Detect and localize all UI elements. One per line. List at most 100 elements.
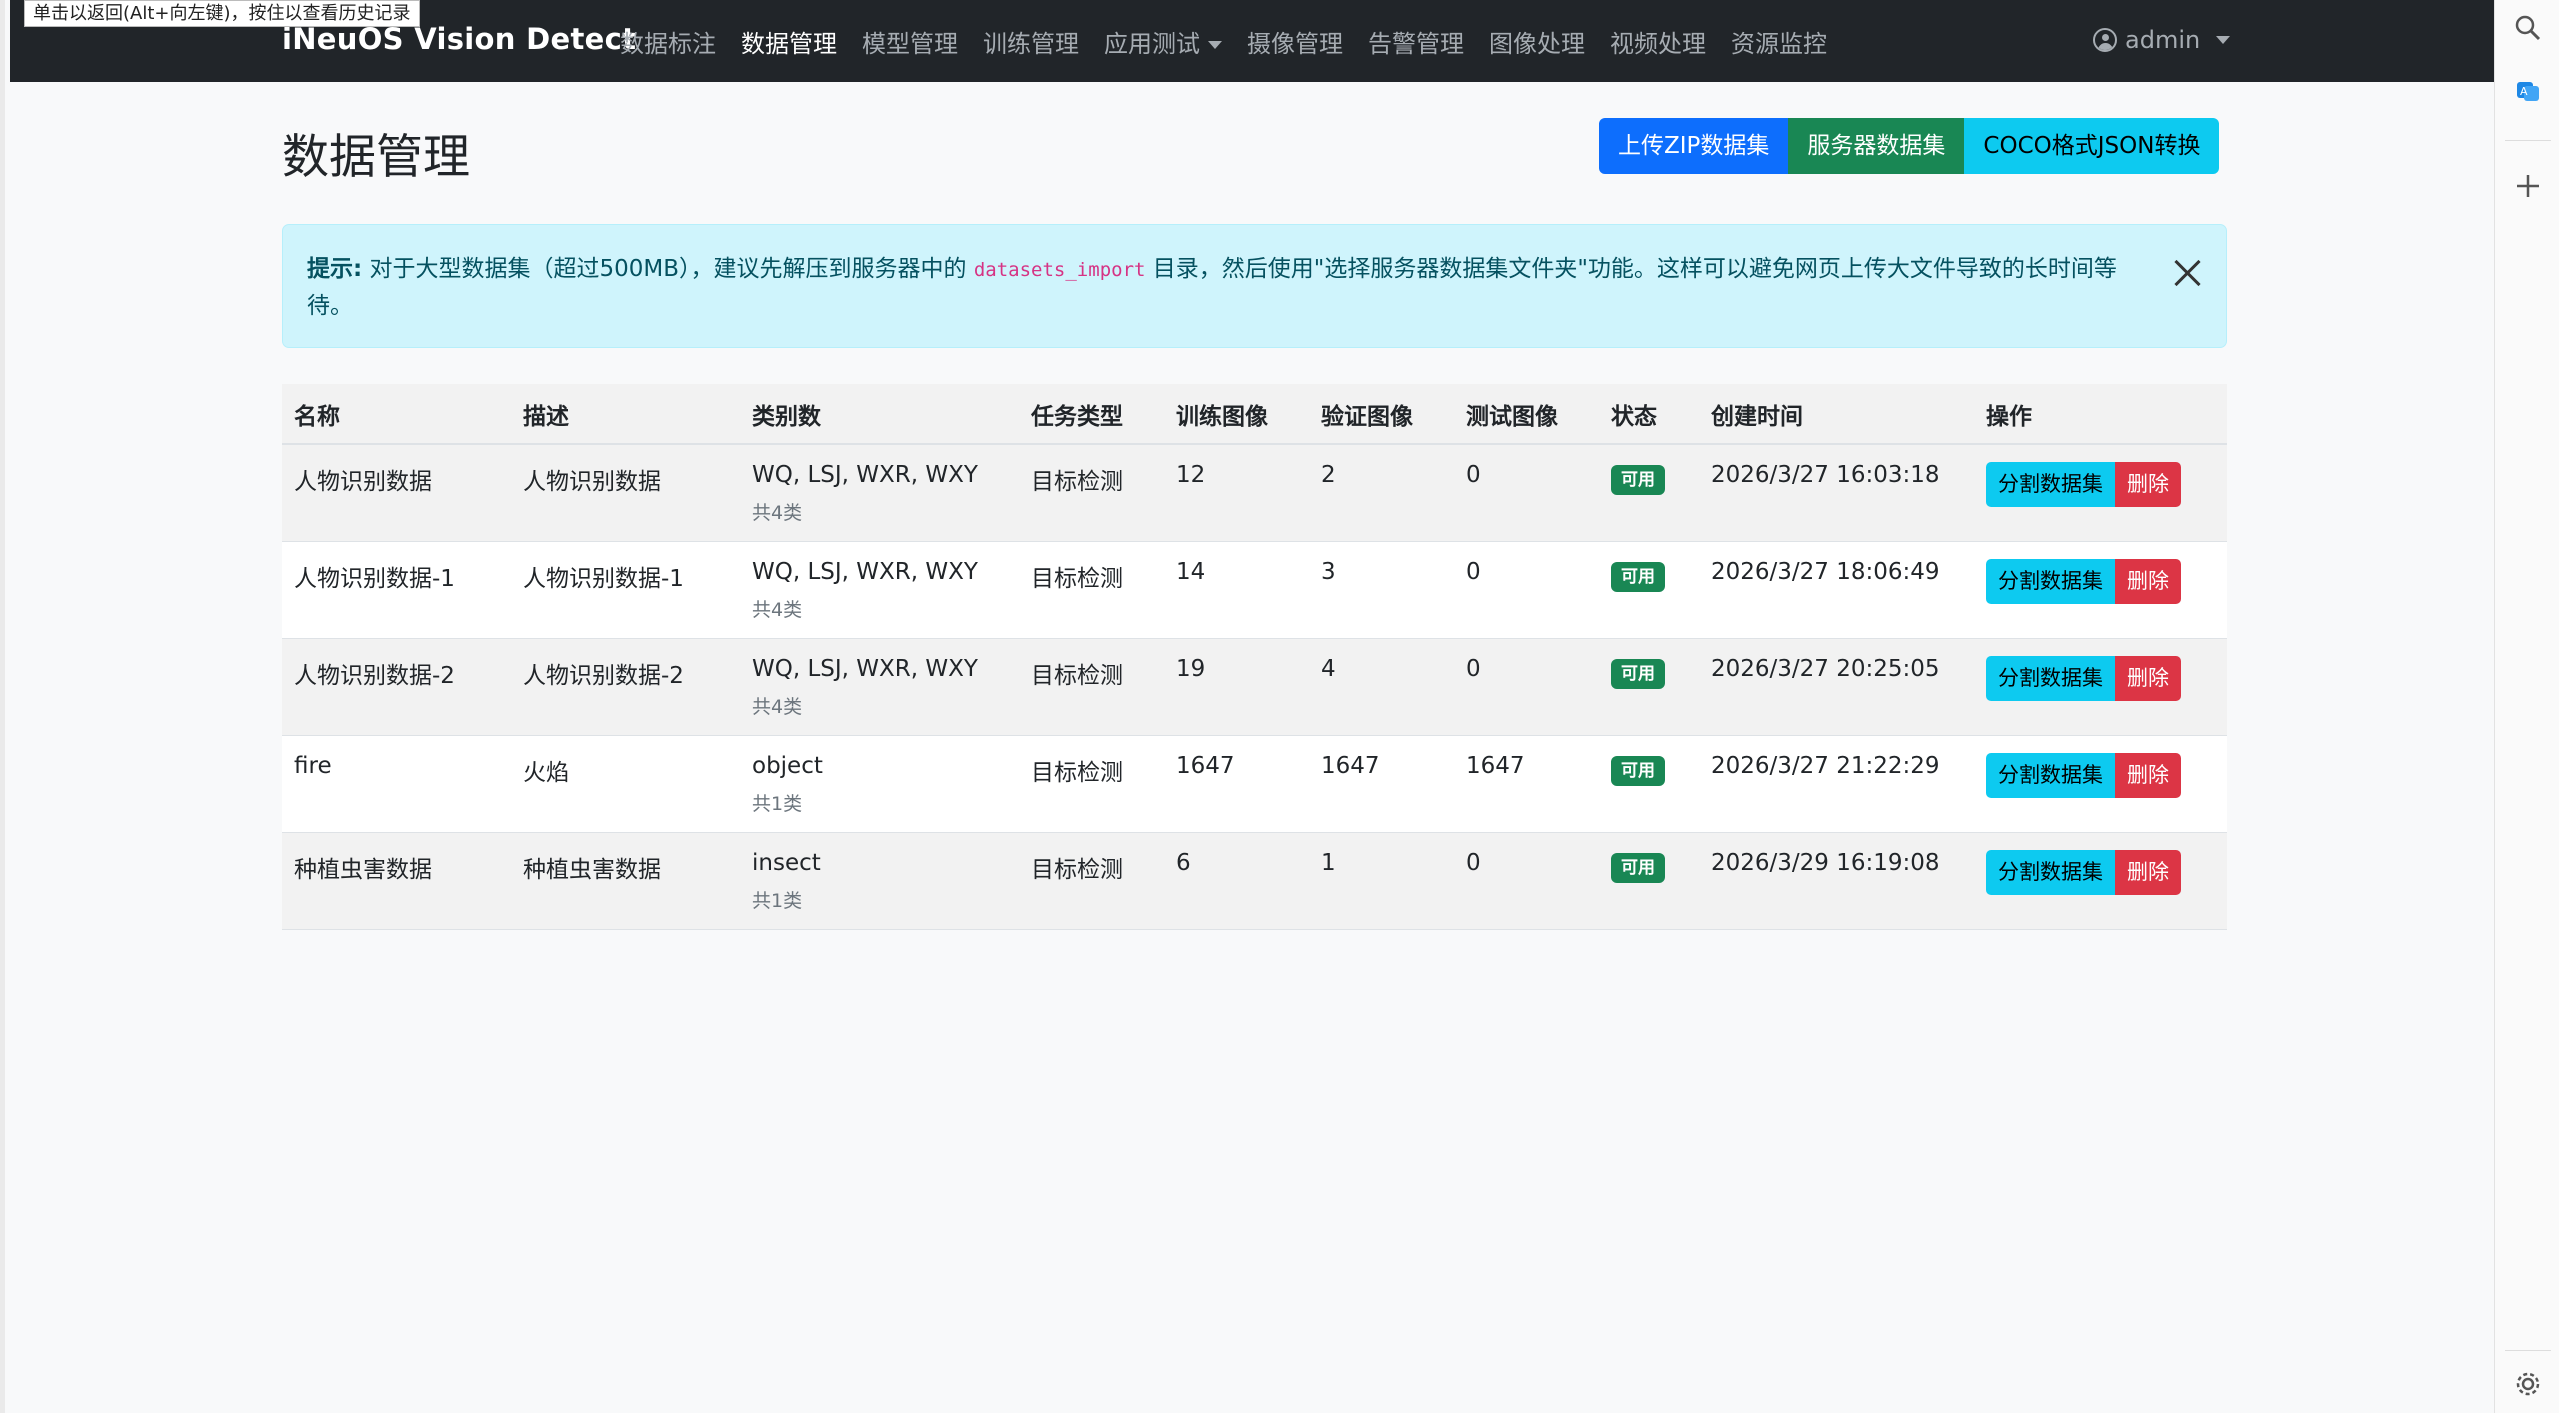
- nav-link[interactable]: 摄像管理: [1247, 24, 1343, 59]
- delete-button[interactable]: 删除: [2115, 849, 2181, 895]
- created-time: 2026/3/27 16:03:18: [1711, 462, 1940, 488]
- column-header[interactable]: 任务类型: [1019, 384, 1164, 445]
- sidebar-divider: [2505, 140, 2551, 141]
- created-time: 2026/3/27 20:25:05: [1711, 655, 1940, 682]
- task-type: 目标检测: [1031, 856, 1123, 883]
- test-count: 0: [1466, 655, 1481, 682]
- browser-sidebar: A: [2494, 0, 2559, 1413]
- status-badge: 可用: [1611, 658, 1665, 689]
- column-header[interactable]: 测试图像: [1454, 384, 1599, 445]
- sidebar-divider: [2505, 1350, 2551, 1351]
- class-list: insect: [752, 849, 821, 876]
- task-type: 目标检测: [1031, 759, 1123, 786]
- close-icon[interactable]: [2170, 255, 2204, 289]
- dataset-name: 人物识别数据: [294, 469, 432, 495]
- val-count: 1647: [1321, 752, 1380, 779]
- class-list: object: [752, 752, 823, 779]
- split-dataset-button[interactable]: 分割数据集: [1986, 752, 2115, 798]
- class-list: WQ, LSJ, WXR, WXY: [752, 655, 978, 682]
- nav-link[interactable]: 数据标注: [620, 24, 716, 59]
- class-count: 共1类: [752, 792, 803, 815]
- dataset-name: fire: [294, 752, 332, 779]
- translate-icon[interactable]: A: [2513, 76, 2543, 106]
- split-dataset-button[interactable]: 分割数据集: [1986, 558, 2115, 604]
- split-dataset-button[interactable]: 分割数据集: [1986, 462, 2115, 507]
- row-actions: 分割数据集 删除: [1986, 849, 2215, 895]
- row-actions: 分割数据集 删除: [1986, 655, 2215, 701]
- dataset-table: 名称 描述 类别数 任务类型 训练图像 验证图像 测试图像 状态 创建时间 操作 人物识别数据 人物…: [282, 384, 2227, 930]
- train-count: 14: [1176, 558, 1206, 585]
- column-header[interactable]: 状态: [1599, 384, 1699, 445]
- table-row: 人物识别数据-1 人物识别数据-1 WQ, LSJ, WXR, WXY 共4类 目标检测…: [282, 541, 2227, 639]
- status-badge: 可用: [1611, 561, 1665, 592]
- dataset-description: 人物识别数据-1: [523, 565, 684, 592]
- coco-convert-button[interactable]: COCO格式JSON转换: [1964, 118, 2220, 174]
- search-icon[interactable]: [2513, 14, 2543, 44]
- info-alert: 提示: 对于大型数据集（超过500MB），建议先解压到服务器中的 dataset…: [282, 224, 2227, 348]
- alert-label: 提示:: [307, 256, 363, 282]
- nav-link[interactable]: 资源监控: [1731, 24, 1827, 59]
- header-actions: 上传ZIP数据集 服务器数据集 COCO格式JSON转换: [1599, 118, 2220, 174]
- class-list: WQ, LSJ, WXR, WXY: [752, 558, 978, 585]
- svg-text:A: A: [2520, 85, 2528, 98]
- nav-link[interactable]: 视频处理: [1610, 24, 1706, 59]
- nav-link[interactable]: 图像处理: [1489, 24, 1585, 59]
- upload-zip-button[interactable]: 上传ZIP数据集: [1599, 118, 1789, 174]
- created-time: 2026/3/27 18:06:49: [1711, 558, 1940, 585]
- user-menu[interactable]: admin: [2093, 26, 2231, 54]
- dataset-name: 人物识别数据-2: [294, 662, 455, 689]
- server-dataset-button[interactable]: 服务器数据集: [1788, 118, 1965, 174]
- column-header[interactable]: 验证图像: [1309, 384, 1454, 445]
- dataset-name: 人物识别数据-1: [294, 565, 455, 592]
- val-count: 1: [1321, 849, 1336, 876]
- chevron-down-icon: [1208, 40, 1222, 49]
- delete-button[interactable]: 删除: [2115, 462, 2181, 507]
- nav-link[interactable]: 应用测试: [1104, 24, 1222, 59]
- task-type: 目标检测: [1031, 565, 1123, 592]
- column-header[interactable]: 创建时间: [1699, 384, 1974, 445]
- delete-button[interactable]: 删除: [2115, 558, 2181, 604]
- task-type: 目标检测: [1031, 662, 1123, 689]
- split-dataset-button[interactable]: 分割数据集: [1986, 655, 2115, 701]
- row-actions: 分割数据集 删除: [1986, 558, 2215, 604]
- row-actions: 分割数据集 删除: [1986, 462, 2215, 507]
- table-row: 人物识别数据 人物识别数据 WQ, LSJ, WXR, WXY 共4类 目标检测 12 2 0…: [282, 444, 2227, 542]
- class-list: WQ, LSJ, WXR, WXY: [752, 462, 978, 488]
- user-icon: [2093, 28, 2117, 52]
- table-header-row: 名称 描述 类别数 任务类型 训练图像 验证图像 测试图像 状态 创建时间 操作: [282, 384, 2227, 445]
- created-time: 2026/3/27 21:22:29: [1711, 752, 1940, 779]
- column-header[interactable]: 名称: [282, 384, 511, 445]
- column-header[interactable]: 描述: [511, 384, 740, 445]
- split-dataset-button[interactable]: 分割数据集: [1986, 849, 2115, 895]
- dataset-description: 人物识别数据-2: [523, 662, 684, 689]
- dataset-description: 人物识别数据: [523, 469, 661, 495]
- chevron-down-icon: [2216, 36, 2231, 44]
- user-name: admin: [2125, 26, 2201, 54]
- brand-logo[interactable]: iNeuOS Vision Detect: [282, 22, 636, 56]
- nav-link[interactable]: 训练管理: [983, 24, 1079, 59]
- class-count: 共4类: [752, 695, 803, 718]
- status-badge: 可用: [1611, 852, 1665, 883]
- table-body: 人物识别数据 人物识别数据 WQ, LSJ, WXR, WXY 共4类 目标检测 12 2 0…: [282, 444, 2227, 930]
- delete-button[interactable]: 删除: [2115, 752, 2181, 798]
- test-count: 1647: [1466, 752, 1525, 779]
- dataset-description: 种植虫害数据: [523, 856, 661, 883]
- column-header[interactable]: 操作: [1974, 384, 2227, 445]
- nav-link[interactable]: 告警管理: [1368, 24, 1464, 59]
- column-header[interactable]: 训练图像: [1164, 384, 1309, 445]
- status-badge: 可用: [1611, 465, 1665, 495]
- nav-links: 数据标注 数据管理 模型管理 训练管理 应用测试 摄像管理 告警管理 图像处理 视频处理 资源监控: [620, 0, 1852, 82]
- row-actions: 分割数据集 删除: [1986, 752, 2215, 798]
- val-count: 4: [1321, 655, 1336, 682]
- dataset-name: 种植虫害数据: [294, 856, 432, 883]
- plus-icon[interactable]: [2513, 172, 2543, 202]
- class-count: 共4类: [752, 502, 803, 524]
- nav-link[interactable]: 数据管理: [741, 24, 837, 59]
- delete-button[interactable]: 删除: [2115, 655, 2181, 701]
- alert-text-before: 对于大型数据集（超过500MB），建议先解压到服务器中的: [369, 256, 967, 282]
- table-row: 人物识别数据-2 人物识别数据-2 WQ, LSJ, WXR, WXY 共4类 目标检测…: [282, 638, 2227, 736]
- gear-icon[interactable]: [2513, 1370, 2543, 1400]
- column-header[interactable]: 类别数: [740, 384, 1019, 445]
- task-type: 目标检测: [1031, 469, 1123, 495]
- nav-link[interactable]: 模型管理: [862, 24, 958, 59]
